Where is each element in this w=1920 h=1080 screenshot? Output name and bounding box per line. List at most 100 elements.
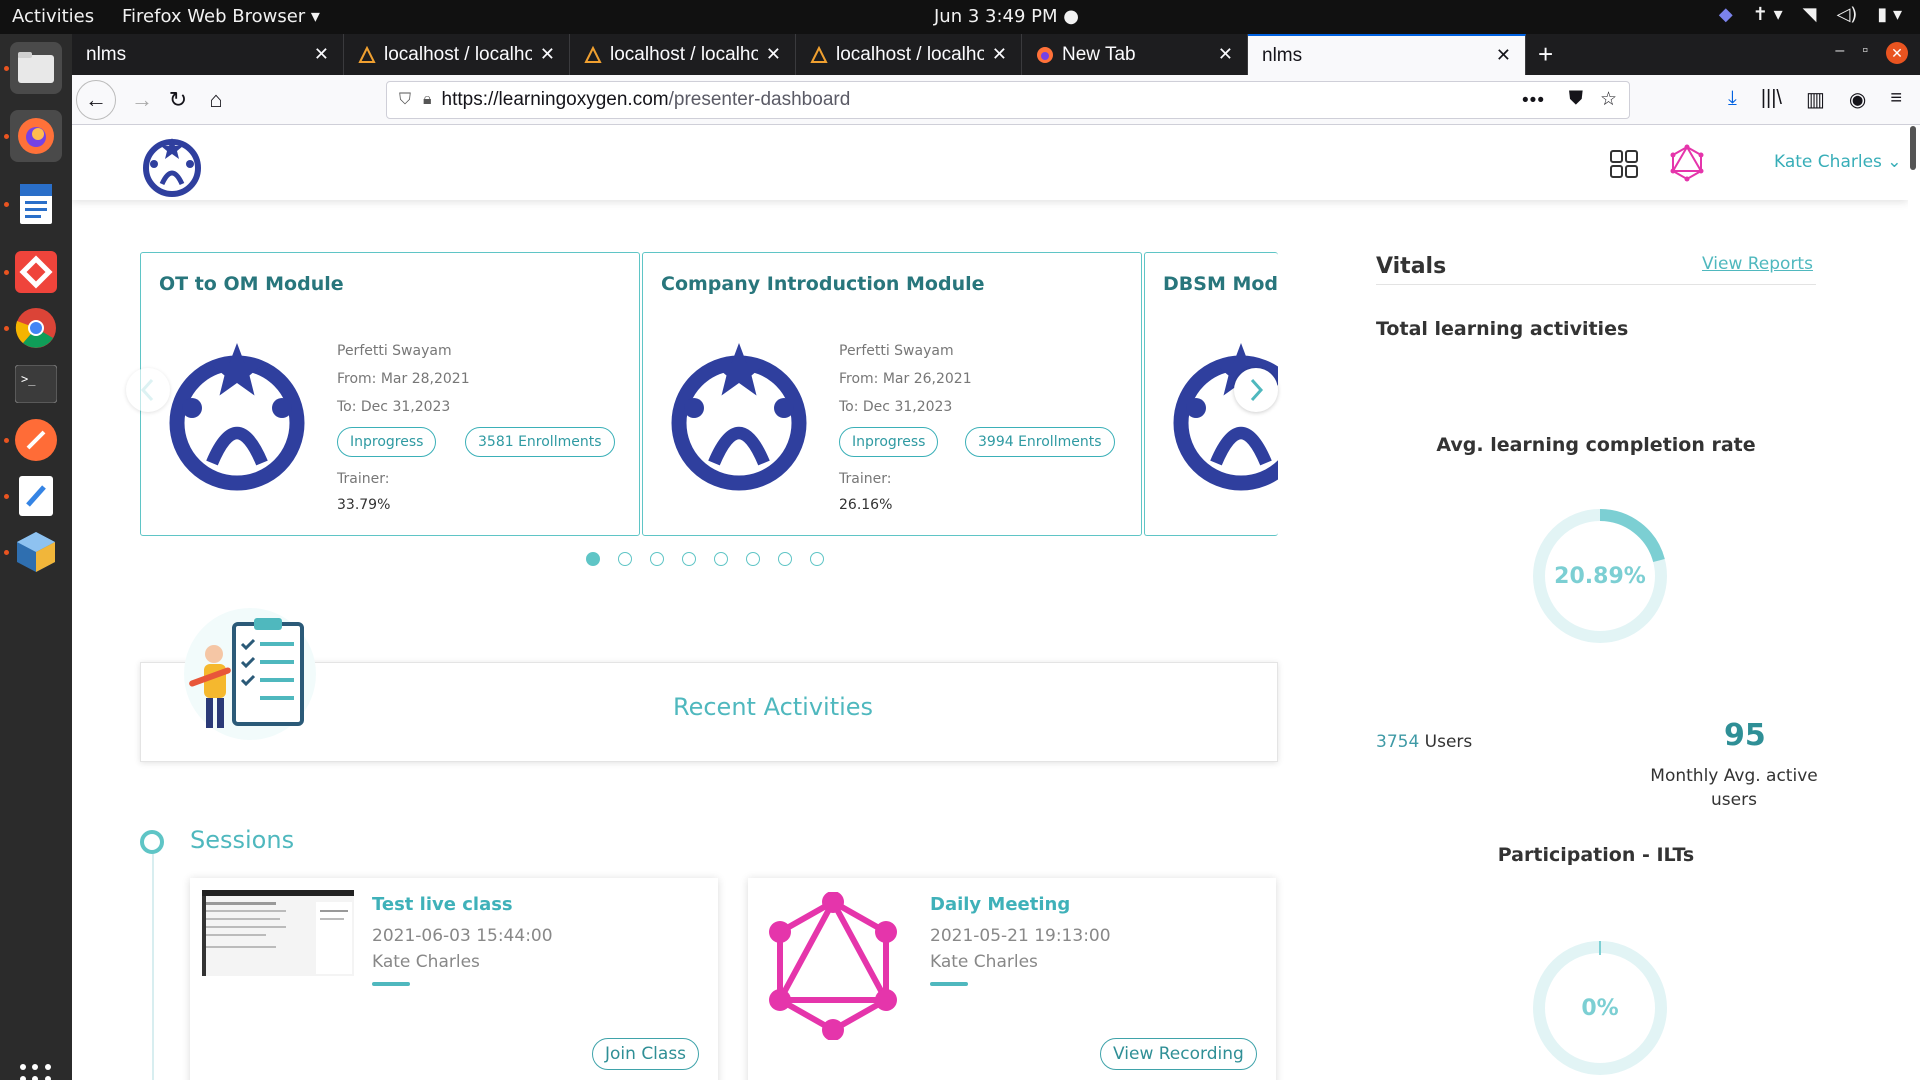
terminal-icon[interactable]: >_ — [10, 358, 62, 410]
status-badge[interactable]: Inprogress — [839, 427, 939, 457]
module-title: Company Introduction Module — [661, 273, 985, 295]
module-to-date: To: Dec 31,2023 — [839, 399, 953, 415]
page-scrollbar[interactable] — [1910, 126, 1916, 170]
virtualbox-icon[interactable] — [10, 526, 62, 578]
session-title[interactable]: Test live class — [372, 894, 513, 915]
reload-icon[interactable]: ↻ — [160, 82, 196, 118]
teams-icon[interactable]: ◆ — [1719, 4, 1733, 25]
pocket-icon[interactable]: ⛊ — [1569, 88, 1583, 110]
carousel-next-arrow-icon[interactable] — [1234, 368, 1278, 412]
close-icon[interactable]: ✕ — [1218, 44, 1233, 65]
user-avatar-graphql-icon[interactable] — [1668, 144, 1706, 182]
anydesk-icon[interactable] — [10, 246, 62, 298]
module-from-date: From: Mar 28,2021 — [337, 371, 470, 387]
carousel-dot[interactable] — [650, 552, 664, 566]
writer-icon[interactable] — [10, 178, 62, 230]
tab-phpmyadmin-1[interactable]: localhost / localhost / nl ✕ — [344, 34, 570, 75]
tab-nlms[interactable]: nlms ✕ — [72, 34, 344, 75]
url-path: /presenter-dashboard — [668, 89, 851, 110]
page: Kate Charles ⌄ OT to OM Module Perfetti … — [72, 126, 1908, 1080]
shield-icon[interactable]: ⛉ — [399, 91, 411, 109]
activities-button[interactable]: Activities — [12, 6, 94, 27]
tab-new-tab[interactable]: New Tab ✕ — [1022, 34, 1248, 75]
close-icon[interactable]: ✕ — [992, 44, 1007, 65]
join-class-button[interactable]: Join Class — [592, 1038, 700, 1070]
maximize-icon[interactable]: ▫ — [1862, 42, 1868, 64]
session-accent-bar — [930, 982, 968, 986]
files-icon[interactable] — [10, 42, 62, 94]
brand-logo[interactable] — [140, 134, 204, 198]
module-card[interactable]: Company Introduction Module Perfetti Swa… — [642, 252, 1142, 536]
vitals-title: Vitals — [1376, 254, 1447, 279]
back-arrow-icon[interactable]: ← — [76, 80, 116, 120]
close-icon[interactable]: ✕ — [540, 44, 555, 65]
system-tray[interactable]: ◆ ✝ ▾ ◥ ◁) ▮ ▾ — [1719, 4, 1902, 25]
library-icon[interactable]: |||\ — [1761, 87, 1782, 112]
graphql-thumbnail-icon[interactable] — [768, 892, 898, 1040]
close-icon[interactable]: ✕ — [1496, 45, 1511, 66]
minimize-icon[interactable]: – — [1835, 42, 1844, 64]
session-host: Kate Charles — [930, 952, 1038, 972]
running-indicator — [4, 438, 9, 443]
session-thumbnail[interactable] — [202, 890, 354, 976]
bookmark-star-icon[interactable]: ☆ — [1600, 88, 1617, 111]
view-recording-button[interactable]: View Recording — [1100, 1038, 1257, 1070]
carousel-dot[interactable] — [682, 552, 696, 566]
carousel-dot[interactable] — [714, 552, 728, 566]
carousel-dot[interactable] — [778, 552, 792, 566]
carousel-dot[interactable] — [746, 552, 760, 566]
avg-completion-donut: 20.89% — [1530, 506, 1670, 646]
session-date: 2021-05-21 19:13:00 — [930, 926, 1111, 946]
session-card[interactable]: Daily Meeting 2021-05-21 19:13:00 Kate C… — [748, 878, 1276, 1080]
user-menu[interactable]: Kate Charles ⌄ — [1774, 152, 1902, 172]
app-menu[interactable]: Firefox Web Browser ▾ — [122, 6, 320, 27]
show-applications-icon[interactable] — [20, 1064, 52, 1080]
carousel-prev-arrow-icon[interactable] — [126, 368, 170, 412]
window-close-icon[interactable]: ✕ — [1886, 42, 1908, 64]
carousel-dot[interactable] — [618, 552, 632, 566]
session-accent-bar — [372, 982, 410, 986]
enrollments-badge[interactable]: 3994 Enrollments — [965, 427, 1115, 457]
text-editor-icon[interactable] — [10, 470, 62, 522]
volume-icon[interactable]: ◁) — [1836, 4, 1857, 25]
running-indicator — [4, 494, 9, 499]
menu-icon[interactable]: ≡ — [1890, 87, 1902, 112]
carousel-dot[interactable] — [586, 552, 600, 566]
status-badge[interactable]: Inprogress — [337, 427, 437, 457]
wifi-icon[interactable]: ◥ — [1803, 4, 1817, 25]
new-tab-icon[interactable]: + — [1538, 39, 1553, 70]
firefox-icon — [1037, 46, 1053, 63]
firefox-icon[interactable] — [10, 110, 62, 162]
close-icon[interactable]: ✕ — [314, 44, 329, 65]
session-title[interactable]: Daily Meeting — [930, 894, 1070, 915]
lock-icon[interactable]: 🔒︎ — [423, 91, 432, 109]
module-card[interactable]: OT to OM Module Perfetti Swayam From: Ma… — [140, 252, 640, 536]
sessions-title: Sessions — [190, 826, 295, 854]
page-actions-icon[interactable]: ••• — [1522, 90, 1545, 112]
home-icon[interactable]: ⌂ — [198, 82, 234, 118]
accessibility-icon[interactable]: ✝ ▾ — [1753, 4, 1783, 25]
apps-grid-icon[interactable] — [1610, 150, 1638, 178]
url-bar[interactable]: ⛉ 🔒︎ https://learningoxygen.com/presente… — [386, 81, 1630, 119]
participation-donut: 0% — [1530, 938, 1670, 1078]
sidebar-icon[interactable]: ▥ — [1806, 87, 1825, 112]
account-icon[interactable]: ◉ — [1849, 87, 1866, 112]
battery-icon[interactable]: ▮ ▾ — [1877, 4, 1902, 25]
enrollments-badge[interactable]: 3581 Enrollments — [465, 427, 615, 457]
tab-label: localhost / localhost / nl — [610, 43, 758, 65]
dock: >_ — [0, 34, 72, 1080]
tab-nlms-active[interactable]: nlms ✕ — [1248, 34, 1526, 75]
carousel-dot[interactable] — [810, 552, 824, 566]
module-logo — [169, 343, 305, 491]
view-reports-link[interactable]: View Reports — [1702, 254, 1813, 274]
postman-icon[interactable] — [10, 414, 62, 466]
close-icon[interactable]: ✕ — [766, 44, 781, 65]
chrome-icon[interactable] — [10, 302, 62, 354]
download-icon[interactable]: ⤓ — [1728, 87, 1737, 112]
tab-phpmyadmin-3[interactable]: localhost / localhost / nl ✕ — [796, 34, 1022, 75]
tab-phpmyadmin-2[interactable]: localhost / localhost / nl ✕ — [570, 34, 796, 75]
clock[interactable]: Jun 3 3:49 PM ● — [934, 6, 1079, 27]
running-indicator — [4, 326, 9, 331]
forward-arrow-icon[interactable]: → — [124, 82, 160, 118]
session-card[interactable]: Test live class 2021-06-03 15:44:00 Kate… — [190, 878, 718, 1080]
